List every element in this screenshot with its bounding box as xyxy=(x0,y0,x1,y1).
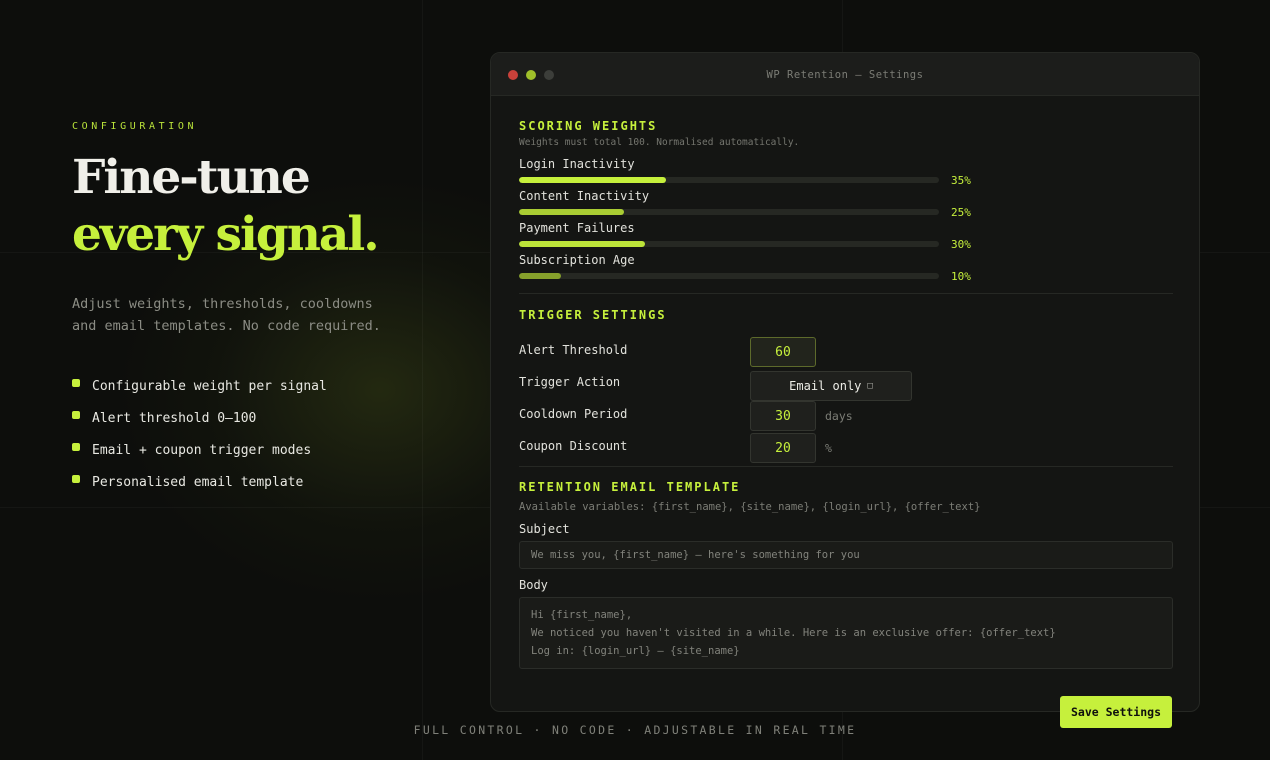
weight-row-login-inactivity: Login Inactivity 35% xyxy=(519,157,1173,189)
weight-slider[interactable] xyxy=(519,273,939,279)
hero-title-line1: Fine-tune xyxy=(72,150,311,205)
feature-text: Alert threshold 0–100 xyxy=(92,410,257,426)
weight-fill xyxy=(519,209,624,215)
coupon-discount-row: Coupon Discount 20 % xyxy=(519,433,1173,470)
bullet-icon xyxy=(72,411,80,419)
hero-section: CONFIGURATION Fine-tune every signal. Ad… xyxy=(72,121,452,498)
body-line: Log in: {login_url} — {site_name} xyxy=(531,645,740,657)
coupon-discount-unit: % xyxy=(825,441,832,455)
hero-lead: Adjust weights, thresholds, cooldowns an… xyxy=(72,296,381,334)
dropdown-icon: □ xyxy=(867,381,873,391)
weight-fill xyxy=(519,273,561,279)
trigger-action-row: Trigger Action Email only □ xyxy=(519,371,1173,406)
body-line: We noticed you haven't visited in a whil… xyxy=(531,627,1056,639)
weight-slider[interactable] xyxy=(519,241,939,247)
bullet-icon xyxy=(72,379,80,387)
feature-text: Personalised email template xyxy=(92,474,304,490)
weight-row-content-inactivity: Content Inactivity 25% xyxy=(519,189,1173,221)
cooldown-input[interactable]: 30 xyxy=(750,401,816,431)
section-divider xyxy=(519,293,1173,294)
email-template-title: RETENTION EMAIL TEMPLATE xyxy=(519,480,741,494)
hero-title-line2: every signal. xyxy=(72,207,380,262)
weight-label: Content Inactivity xyxy=(519,189,650,203)
weight-value: 30% xyxy=(951,238,971,251)
feature-item: Email + coupon trigger modes xyxy=(72,434,452,466)
trigger-action-value: Email only xyxy=(789,379,862,393)
subject-label: Subject xyxy=(519,522,570,536)
weight-label: Payment Failures xyxy=(519,221,635,235)
window-title: WP Retention — Settings xyxy=(766,69,924,81)
settings-window: WP Retention — Settings SCORING WEIGHTS … xyxy=(490,52,1200,712)
eyebrow-label: CONFIGURATION xyxy=(72,121,198,132)
bullet-icon xyxy=(72,475,80,483)
feature-text: Email + coupon trigger modes xyxy=(92,442,312,458)
trigger-settings-title: TRIGGER SETTINGS xyxy=(519,308,667,322)
cooldown-unit: days xyxy=(825,409,853,423)
cooldown-row: Cooldown Period 30 days xyxy=(519,401,1173,438)
weight-row-payment-failures: Payment Failures 30% xyxy=(519,221,1173,253)
body-textarea[interactable]: Hi {first_name}, We noticed you haven't … xyxy=(519,597,1173,669)
feature-item: Personalised email template xyxy=(72,466,452,498)
weight-fill xyxy=(519,241,645,247)
cooldown-label: Cooldown Period xyxy=(519,407,628,421)
bullet-icon xyxy=(72,443,80,451)
email-variables: Available variables: {first_name}, {site… xyxy=(519,501,981,513)
scoring-weights-title: SCORING WEIGHTS xyxy=(519,119,658,133)
weight-slider[interactable] xyxy=(519,209,939,215)
feature-text: Configurable weight per signal xyxy=(92,378,327,394)
body-label: Body xyxy=(519,578,548,592)
alert-threshold-row: Alert Threshold 60 xyxy=(519,337,1173,374)
scoring-weights-subtitle: Weights must total 100. Normalised autom… xyxy=(519,137,800,148)
coupon-discount-label: Coupon Discount xyxy=(519,439,628,453)
hero-title: Fine-tune every signal. xyxy=(72,149,452,263)
trigger-action-label: Trigger Action xyxy=(519,375,621,389)
coupon-discount-input[interactable]: 20 xyxy=(750,433,816,463)
window-titlebar: WP Retention — Settings xyxy=(491,53,1199,96)
weight-row-subscription-age: Subscription Age 10% xyxy=(519,253,1173,285)
footer-tagline: FULL CONTROL · NO CODE · ADJUSTABLE IN R… xyxy=(413,723,857,737)
weight-slider[interactable] xyxy=(519,177,939,183)
trigger-action-select[interactable]: Email only □ xyxy=(750,371,912,401)
settings-content: SCORING WEIGHTS Weights must total 100. … xyxy=(519,119,1173,669)
feature-item: Configurable weight per signal xyxy=(72,370,452,402)
weight-fill xyxy=(519,177,666,183)
weight-value: 35% xyxy=(951,174,971,187)
feature-list: Configurable weight per signal Alert thr… xyxy=(72,370,452,498)
weight-label: Login Inactivity xyxy=(519,157,635,171)
weight-value: 10% xyxy=(951,270,971,283)
alert-threshold-input[interactable]: 60 xyxy=(750,337,816,367)
alert-threshold-label: Alert Threshold xyxy=(519,343,628,357)
weight-value: 25% xyxy=(951,206,971,219)
weight-label: Subscription Age xyxy=(519,253,635,267)
feature-item: Alert threshold 0–100 xyxy=(72,402,452,434)
body-line: Hi {first_name}, xyxy=(531,609,633,621)
subject-input[interactable]: We miss you, {first_name} — here's somet… xyxy=(519,541,1173,569)
